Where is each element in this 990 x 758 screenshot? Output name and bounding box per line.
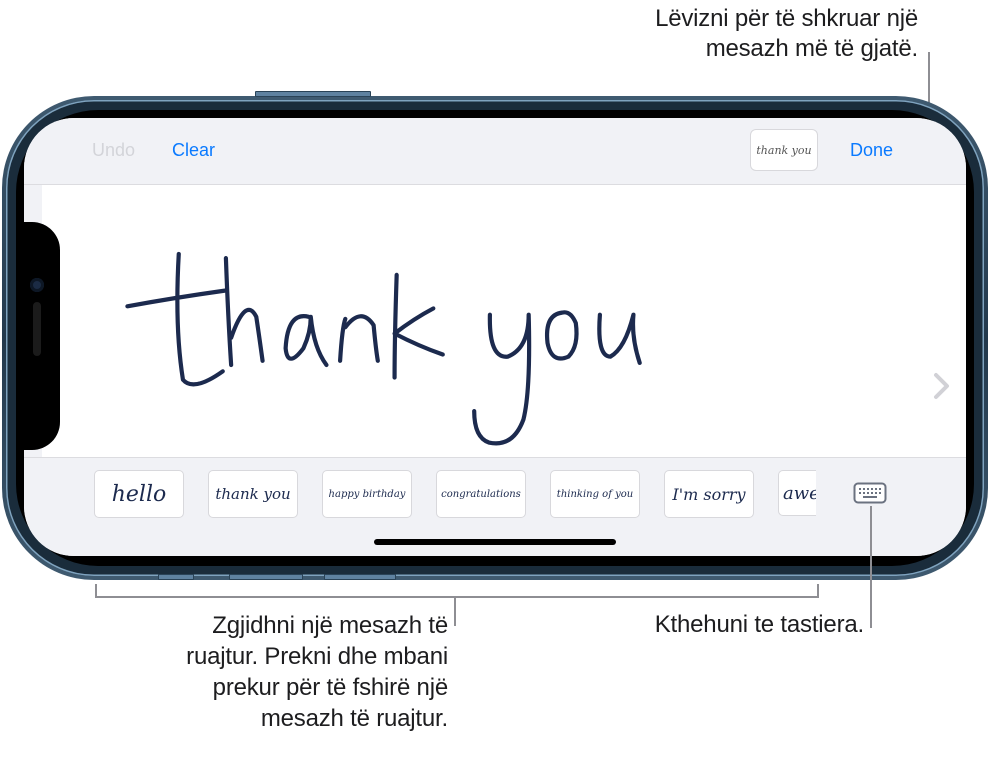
callout-keyboard: Kthehuni te tastiera. — [560, 610, 864, 640]
handwriting-thank-you — [125, 251, 642, 446]
saved-messages-tray: hello thank you happy birthday congratul… — [24, 457, 966, 556]
callout-saved-line3: prekur për të fshirë një — [212, 674, 449, 701]
side-button-top — [255, 91, 371, 97]
callout-saved-line4: mesazh të ruajtur. — [260, 705, 448, 732]
callout-keyboard-line1: Kthehuni te tastiera. — [654, 611, 864, 638]
done-button[interactable]: Done — [850, 140, 893, 161]
volume-button-2 — [229, 574, 303, 580]
saved-message-label: happy birthday — [328, 488, 406, 500]
front-camera — [30, 278, 44, 292]
callout-keyboard-leader — [870, 506, 872, 628]
callout-saved: Zgjidhni një mesazh të ruajtur. Prekni d… — [40, 610, 448, 734]
saved-message-happy-birthday[interactable]: happy birthday — [322, 470, 412, 518]
volume-button-3 — [324, 574, 396, 580]
saved-message-congratulations[interactable]: congratulations — [436, 470, 526, 518]
saved-bracket-horizontal — [95, 596, 819, 598]
callout-scroll: Lëvizni për të shkruar një mesazh më të … — [498, 4, 918, 64]
callout-saved-line1: Zgjidhni një mesazh të — [212, 612, 448, 639]
saved-message-label: I'm sorry — [672, 484, 746, 504]
thumbnail-text: thank you — [756, 143, 812, 157]
handwriting-screen: Undo Clear thank you Done hello thank yo… — [24, 118, 966, 556]
saved-bracket-right — [817, 584, 819, 598]
earpiece — [33, 302, 41, 356]
saved-bracket-left — [95, 584, 97, 598]
saved-message-label: hello — [111, 481, 167, 507]
saved-message-label: congratulations — [441, 488, 521, 500]
callout-scroll-line1: Lëvizni për të shkruar një — [655, 5, 918, 32]
drawing-canvas[interactable] — [42, 185, 966, 457]
recent-message-thumbnail[interactable]: thank you — [750, 129, 818, 171]
undo-button[interactable]: Undo — [92, 140, 135, 161]
toolbar: Undo Clear thank you Done — [24, 118, 966, 185]
clear-button[interactable]: Clear — [172, 140, 215, 161]
saved-bracket-stem — [454, 596, 456, 626]
volume-button-1 — [158, 574, 194, 580]
sensor-notch — [24, 222, 60, 450]
saved-message-label: thinking of you — [556, 488, 634, 500]
chevron-right-icon[interactable] — [932, 371, 952, 401]
saved-message-partial[interactable]: awe — [778, 470, 816, 516]
home-indicator[interactable] — [374, 539, 616, 545]
saved-message-thank-you[interactable]: thank you — [208, 470, 298, 518]
callout-saved-line2: ruajtur. Prekni dhe mbani — [186, 643, 448, 670]
saved-message-label: awe — [783, 482, 816, 504]
callout-scroll-line2: mesazh më të gjatë. — [705, 35, 919, 62]
saved-message-thinking-of-you[interactable]: thinking of you — [550, 470, 640, 518]
saved-message-hello[interactable]: hello — [94, 470, 184, 518]
keyboard-icon[interactable] — [853, 482, 887, 504]
saved-message-label: thank you — [215, 485, 291, 503]
saved-message-im-sorry[interactable]: I'm sorry — [664, 470, 754, 518]
